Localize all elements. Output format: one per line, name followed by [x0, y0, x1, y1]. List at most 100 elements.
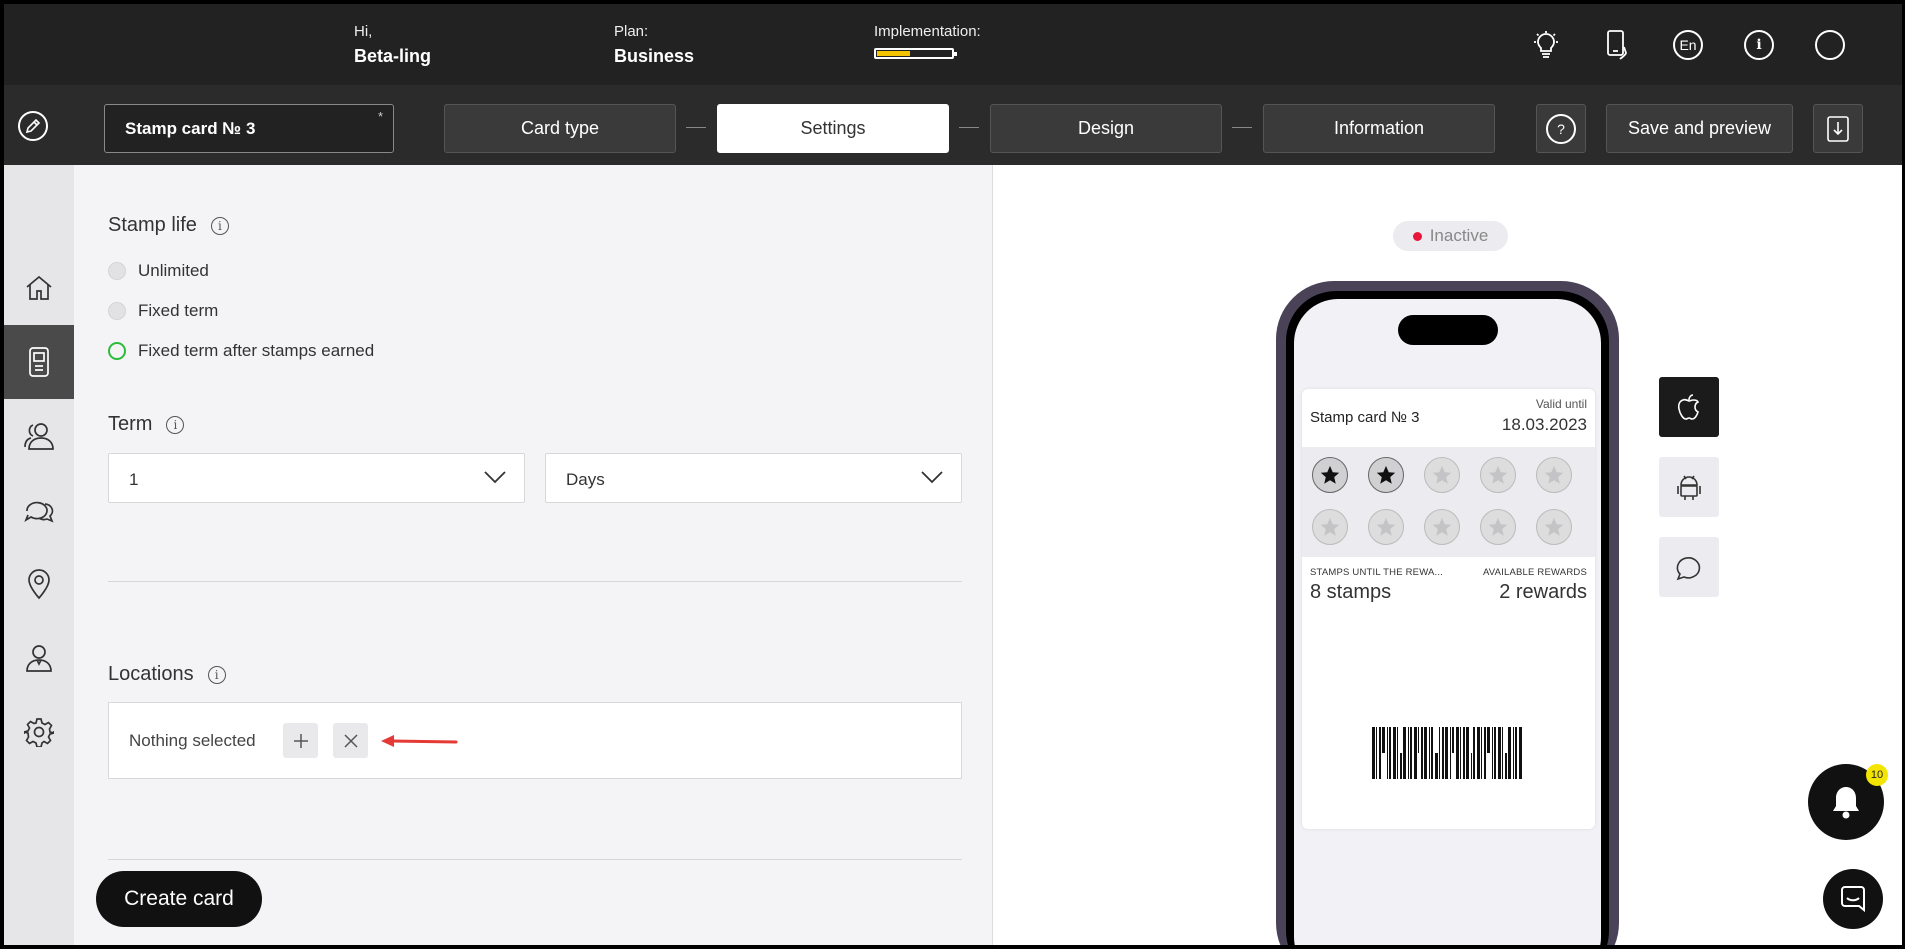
preview-android-button[interactable]: [1659, 457, 1719, 517]
home-icon: [26, 275, 52, 300]
preview-message-button[interactable]: [1659, 537, 1719, 597]
card-icon: [29, 347, 49, 377]
card-name-field[interactable]: Stamp card № 3 *: [104, 104, 394, 153]
tab-settings[interactable]: Settings: [717, 104, 949, 153]
term-unit-select[interactable]: Days: [545, 453, 962, 503]
sidebar-item-cards[interactable]: [4, 325, 74, 399]
barcode: [1372, 727, 1522, 779]
help-button[interactable]: ?: [1536, 104, 1586, 153]
phone-screen: Stamp card № 3 Valid until 18.03.2023 ST…: [1294, 299, 1601, 945]
sidebar-item-locations[interactable]: [4, 547, 74, 621]
notifications-button[interactable]: 10: [1808, 764, 1888, 840]
info-icon[interactable]: i: [207, 665, 226, 684]
clients-icon: [24, 423, 54, 450]
stamp-empty: [1312, 509, 1348, 545]
stamp-life-section-title: Stamp life i: [108, 214, 229, 237]
term-section-title: Term i: [108, 413, 185, 436]
plan-label: Plan:: [614, 23, 649, 40]
radio-circle-selected[interactable]: [108, 342, 126, 360]
radio-fixed-term[interactable]: Fixed term: [108, 301, 218, 321]
info-button[interactable]: i: [1744, 30, 1774, 60]
bell-icon: [1833, 787, 1859, 819]
available-rewards-label: AVAILABLE REWARDS: [1482, 567, 1587, 578]
pencil-icon[interactable]: [18, 111, 48, 141]
sidebar-item-settings[interactable]: [4, 695, 74, 769]
editor-toolbar: Stamp card № 3 * Card type Settings Desi…: [4, 85, 1902, 165]
save-and-preview-button[interactable]: Save and preview: [1606, 104, 1793, 153]
stamps-until-value: 8 stamps: [1310, 581, 1392, 603]
profile-circle-icon[interactable]: [1814, 29, 1846, 61]
stamp-grid: [1302, 447, 1595, 557]
profile-button[interactable]: [1815, 30, 1845, 60]
star-icon: [1544, 465, 1564, 484]
greeting: Hi, Beta-ling: [354, 23, 431, 67]
implementation-label: Implementation:: [874, 23, 981, 40]
sidebar-item-managers[interactable]: [4, 621, 74, 695]
info-icon[interactable]: i: [166, 415, 185, 434]
radio-circle[interactable]: [108, 302, 126, 320]
required-mark: *: [377, 109, 383, 124]
info-icon[interactable]: i: [1743, 29, 1775, 61]
stamp-filled: [1368, 457, 1404, 493]
valid-until-label: Valid until: [1535, 397, 1587, 411]
radio-unlimited[interactable]: Unlimited: [108, 261, 209, 281]
language-switcher[interactable]: En: [1673, 30, 1703, 60]
radio-label: Unlimited: [138, 261, 209, 280]
term-value: 1: [129, 470, 139, 489]
star-icon: [1432, 465, 1452, 484]
manager-icon: [26, 645, 52, 672]
sidebar-item-clients[interactable]: [4, 399, 74, 473]
apple-icon: [1677, 394, 1700, 420]
sidebar-item-messages[interactable]: [4, 473, 74, 547]
download-button[interactable]: [1813, 104, 1863, 153]
close-icon: [343, 733, 358, 748]
stamp-empty: [1368, 509, 1404, 545]
settings-form: Stamp life i Unlimited Fixed term Fixed …: [74, 165, 991, 945]
user-name: Beta-ling: [354, 46, 432, 66]
tab-design[interactable]: Design: [990, 104, 1222, 153]
star-icon: [1376, 465, 1396, 484]
plan-info: Plan: Business: [614, 23, 694, 67]
implementation-progress-fill: [877, 51, 911, 56]
implementation-progress: [874, 48, 957, 59]
step-separator: [1232, 127, 1252, 128]
phone-hand-icon[interactable]: [1601, 29, 1633, 61]
star-icon: [1376, 517, 1396, 536]
preview-apple-button[interactable]: [1659, 377, 1719, 437]
radio-fixed-term-after-stamps[interactable]: Fixed term after stamps earned: [108, 341, 374, 361]
wallet-card-preview: Stamp card № 3 Valid until 18.03.2023 ST…: [1302, 389, 1595, 829]
radio-circle[interactable]: [108, 262, 126, 280]
step-separator: [686, 127, 706, 128]
stamp-empty: [1480, 457, 1516, 493]
bulb-icon[interactable]: [1530, 29, 1562, 61]
add-location-button[interactable]: [283, 723, 318, 758]
clear-locations-button[interactable]: [333, 723, 368, 758]
locations-section-title: Locations i: [108, 663, 226, 686]
stamp-empty: [1536, 457, 1572, 493]
star-icon: [1488, 517, 1508, 536]
status-dot: [1412, 231, 1422, 241]
tab-card-type[interactable]: Card type: [444, 104, 676, 153]
android-icon: [1677, 475, 1701, 500]
divider: [108, 581, 962, 582]
card-name-value: Stamp card № 3: [125, 119, 256, 138]
annotation-arrow: [381, 735, 458, 747]
implementation-info: Implementation:: [874, 23, 981, 59]
locations-title: Locations: [108, 663, 194, 685]
language-icon[interactable]: En: [1672, 29, 1704, 61]
term-value-select[interactable]: 1: [108, 453, 525, 503]
stamp-empty: [1536, 509, 1572, 545]
sidebar-item-home[interactable]: [4, 251, 74, 325]
support-chat-button[interactable]: [1823, 869, 1883, 929]
stamp-empty: [1424, 509, 1460, 545]
settings-icon: [24, 718, 54, 747]
location-icon: [28, 569, 50, 600]
star-icon: [1320, 517, 1340, 536]
tab-information[interactable]: Information: [1263, 104, 1495, 153]
create-card-button[interactable]: Create card: [96, 871, 262, 927]
star-icon: [1488, 465, 1508, 484]
info-icon[interactable]: i: [210, 216, 229, 235]
locations-field[interactable]: Nothing selected: [108, 702, 962, 779]
stamp-life-title: Stamp life: [108, 214, 197, 236]
step-separator: [959, 127, 979, 128]
